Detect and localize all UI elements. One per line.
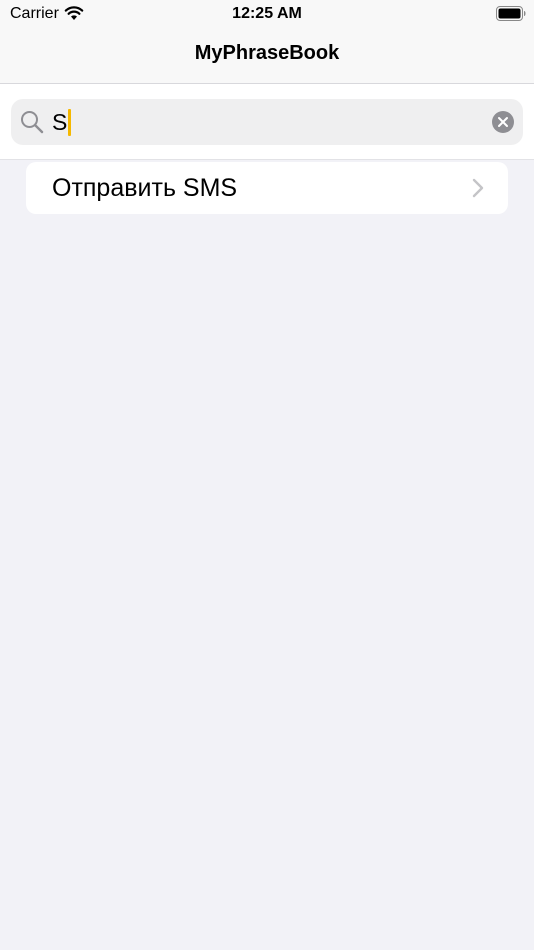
list-item[interactable]: Отправить SMS bbox=[26, 162, 508, 214]
page-title: MyPhraseBook bbox=[194, 42, 340, 64]
clear-icon[interactable] bbox=[492, 111, 514, 133]
text-caret bbox=[68, 108, 72, 136]
chevron-right-icon bbox=[472, 178, 484, 198]
status-bar: Carrier 12:25 AM bbox=[0, 0, 534, 30]
phone-screen: Carrier 12:25 AM MyPhraseBook S Отправит… bbox=[0, 0, 534, 950]
status-time: 12:25 AM bbox=[232, 5, 302, 22]
search-results-list: Отправить SMS bbox=[26, 162, 508, 214]
search-icon bbox=[20, 110, 44, 134]
navigation-bar: MyPhraseBook bbox=[0, 30, 534, 84]
search-input[interactable]: S bbox=[52, 108, 72, 136]
search-field[interactable]: S bbox=[11, 99, 523, 145]
search-bar-container: S bbox=[0, 84, 534, 160]
battery-icon bbox=[496, 6, 526, 21]
search-input-text: S bbox=[52, 109, 68, 135]
list-item-label: Отправить SMS bbox=[52, 174, 238, 202]
